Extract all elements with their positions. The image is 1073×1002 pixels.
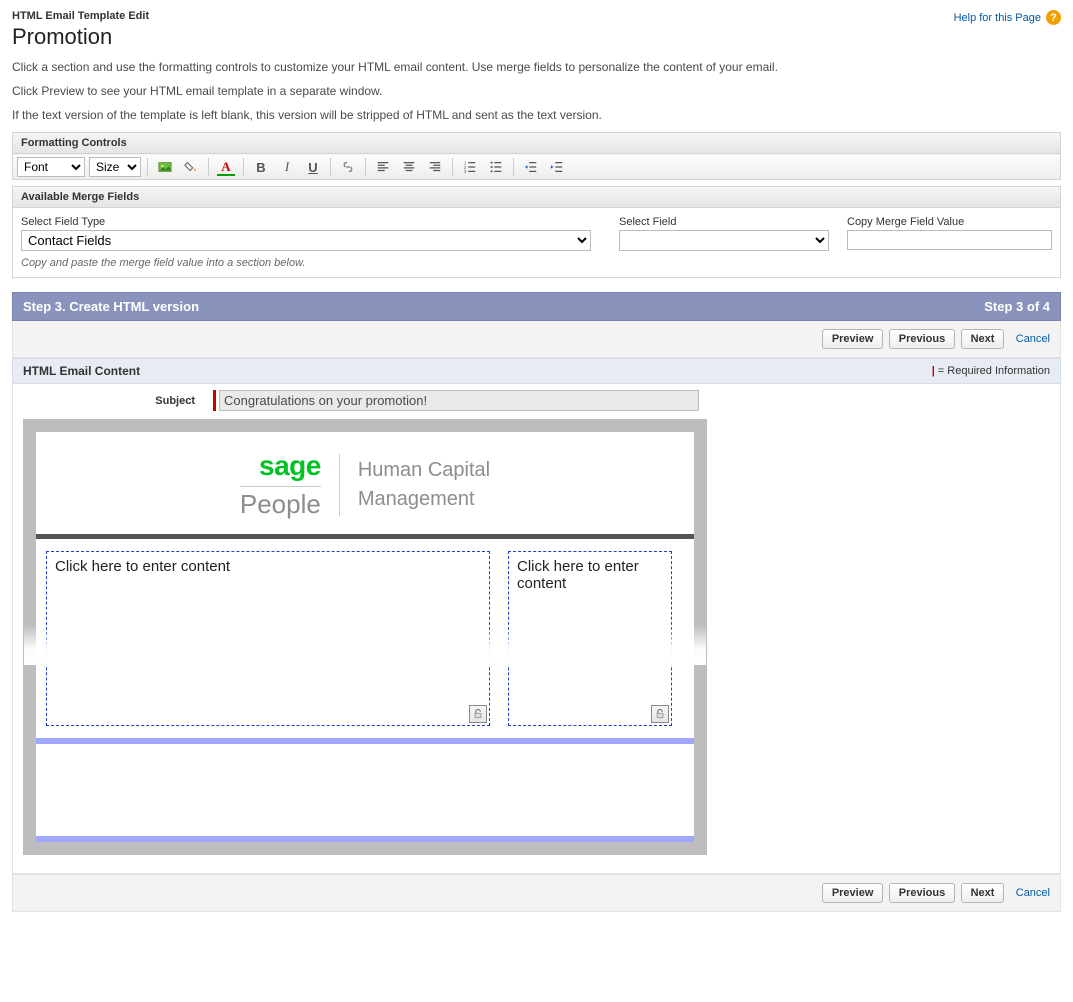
field-type-label: Select Field Type [21,216,601,228]
formatting-controls-header: Formatting Controls [13,133,1060,154]
page-supertitle: HTML Email Template Edit [12,10,1061,22]
next-button[interactable]: Next [961,883,1005,903]
step-title: Step 3. Create HTML version [23,299,199,314]
align-center-icon[interactable] [398,157,420,177]
copy-value-label: Copy Merge Field Value [847,216,1052,228]
cancel-link[interactable]: Cancel [1016,887,1050,899]
previous-button[interactable]: Previous [889,329,955,349]
intro-p2: Click Preview to see your HTML email tem… [12,84,1061,98]
step-bar: Step 3. Create HTML version Step 3 of 4 [12,292,1061,321]
formatting-controls-panel: Formatting Controls Font Size A B I U [12,132,1061,180]
help-icon[interactable]: ? [1046,10,1061,25]
help-link-wrap: Help for this Page ? [954,10,1061,25]
bulleted-list-icon[interactable] [485,157,507,177]
outdent-icon[interactable] [520,157,542,177]
cancel-link[interactable]: Cancel [1016,333,1050,345]
brand-left: sage People [240,450,321,520]
formatting-toolbar: Font Size A B I U 12 [13,154,1060,179]
brand-logo-sage: sage [240,450,321,482]
font-select[interactable]: Font [17,157,85,177]
intro-p1: Click a section and use the formatting c… [12,60,1061,74]
separator [208,158,209,176]
content-placeholder-right: Click here to enter content [517,558,639,592]
help-for-page-link[interactable]: Help for this Page [954,12,1041,24]
content-placeholder-left: Click here to enter content [55,558,230,575]
brand-header: sage People Human Capital Management [36,432,694,539]
previous-button[interactable]: Previous [889,883,955,903]
preview-button[interactable]: Preview [822,883,884,903]
content-header: HTML Email Content |= Required Informati… [12,358,1061,384]
page-header: HTML Email Template Edit Promotion Help … [12,10,1061,50]
content-region-right[interactable]: Click here to enter content [508,551,672,726]
insert-link-icon[interactable] [337,157,359,177]
subject-row: Subject [23,390,1050,411]
brand-tagline-2: Management [358,485,490,514]
align-left-icon[interactable] [372,157,394,177]
page-title: Promotion [12,24,1061,50]
lock-icon[interactable] [651,705,669,723]
insert-image-icon[interactable] [154,157,176,177]
content-body: Subject sage People Human Capital Manage… [12,384,1061,874]
step-counter: Step 3 of 4 [984,299,1050,314]
separator [513,158,514,176]
subject-input[interactable] [219,390,699,411]
editor-columns: Click here to enter content Click here t… [36,539,694,738]
intro-p3: If the text version of the template is l… [12,108,1061,122]
field-type-select[interactable]: Contact Fields [21,230,591,251]
preview-button[interactable]: Preview [822,329,884,349]
copy-value-input[interactable] [847,230,1052,250]
required-bar-icon: | [932,365,935,377]
underline-icon[interactable]: U [302,157,324,177]
blue-divider-strip [36,836,694,842]
italic-icon[interactable]: I [276,157,298,177]
separator [365,158,366,176]
select-field-select[interactable] [619,230,829,251]
brand-divider [339,454,340,516]
numbered-list-icon[interactable]: 123 [459,157,481,177]
email-canvas-outer: sage People Human Capital Management Cli… [23,419,707,855]
top-button-strip: Preview Previous Next Cancel [12,321,1061,358]
email-inner: sage People Human Capital Management Cli… [36,432,694,842]
merge-fields-header: Available Merge Fields [13,187,1060,208]
separator [330,158,331,176]
separator [452,158,453,176]
required-note: |= Required Information [932,365,1050,377]
merge-fields-panel: Available Merge Fields Select Field Type… [12,186,1061,278]
next-button[interactable]: Next [961,329,1005,349]
subject-label: Subject [23,395,213,407]
merge-fields-hint: Copy and paste the merge field value int… [21,257,1052,269]
separator [243,158,244,176]
content-header-title: HTML Email Content [23,364,140,378]
brand-tagline: Human Capital Management [358,456,490,514]
svg-text:3: 3 [464,169,467,174]
brand-tagline-1: Human Capital [358,456,490,485]
text-color-icon[interactable]: A [215,157,237,177]
brand-logo-people: People [240,486,321,520]
align-right-icon[interactable] [424,157,446,177]
indent-icon[interactable] [546,157,568,177]
footer-spacer [36,744,694,836]
email-canvas: sage People Human Capital Management Cli… [24,420,706,854]
bold-icon[interactable]: B [250,157,272,177]
select-field-label: Select Field [619,216,829,228]
size-select[interactable]: Size [89,157,141,177]
content-region-left[interactable]: Click here to enter content [46,551,490,726]
intro-text: Click a section and use the formatting c… [12,60,1061,122]
background-fill-icon[interactable] [180,157,202,177]
bottom-button-strip: Preview Previous Next Cancel [12,874,1061,912]
separator [147,158,148,176]
lock-icon[interactable] [469,705,487,723]
